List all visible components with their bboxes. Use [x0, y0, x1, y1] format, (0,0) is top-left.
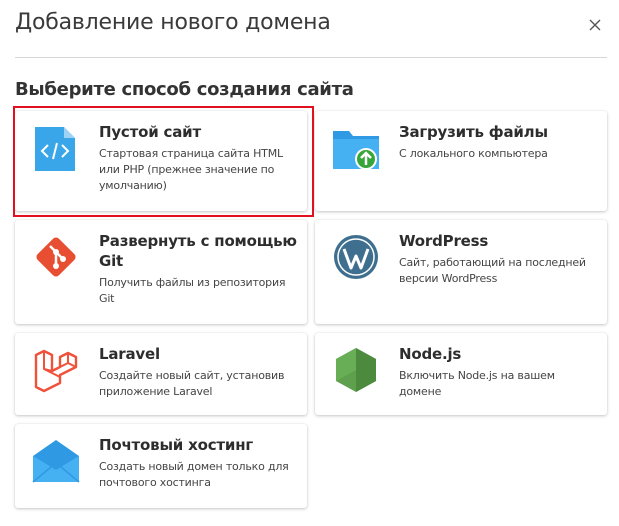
option-card-wordpress[interactable]: WordPress Сайт, работающий на последней … — [315, 220, 607, 324]
option-name: Node.js — [399, 345, 462, 363]
option-card-upload-files[interactable]: Загрузить файлы С локального компьютера — [315, 111, 607, 211]
option-description: С локального компьютера — [399, 147, 548, 160]
git-icon — [31, 232, 81, 282]
option-name: Почтовый хостинг — [99, 436, 254, 454]
option-description: Создать новый домен только для почтового… — [99, 460, 289, 489]
close-icon[interactable] — [584, 14, 606, 36]
option-name: Laravel — [99, 345, 160, 363]
option-name: Загрузить файлы — [399, 123, 548, 141]
option-description: Сайт, работающий на последней версии Wor… — [399, 256, 586, 285]
nodejs-icon — [331, 345, 381, 395]
code-file-icon — [31, 123, 81, 173]
folder-upload-icon — [331, 123, 381, 173]
option-card-mail-hosting[interactable]: Почтовый хостинг Создать новый домен тол… — [15, 424, 307, 508]
option-card-nodejs[interactable]: Node.js Включить Node.js на вашем домене — [315, 333, 607, 415]
option-card-empty-site[interactable]: Пустой сайт Стартовая страница сайта HTM… — [15, 111, 307, 211]
option-description: Получить файлы из репозитория Git — [99, 276, 286, 305]
option-card-laravel[interactable]: Laravel Создайте новый сайт, установив п… — [15, 333, 307, 415]
option-card-git[interactable]: Развернуть с помощью Git Получить файлы … — [15, 220, 307, 324]
option-name: Пустой сайт — [99, 123, 201, 141]
section-title: Выберите способ создания сайта — [15, 79, 354, 100]
wordpress-icon — [331, 232, 381, 282]
divider — [15, 57, 607, 58]
option-name: Развернуть с помощью Git — [99, 232, 297, 270]
option-description: Создайте новый сайт, установив приложени… — [99, 369, 285, 398]
mail-icon — [31, 436, 81, 486]
option-description: Включить Node.js на вашем домене — [399, 369, 555, 398]
laravel-icon — [31, 345, 81, 395]
dialog-title: Добавление нового домена — [15, 10, 331, 35]
option-description: Стартовая страница сайта HTML или PHP (п… — [99, 147, 283, 192]
option-name: WordPress — [399, 232, 489, 250]
